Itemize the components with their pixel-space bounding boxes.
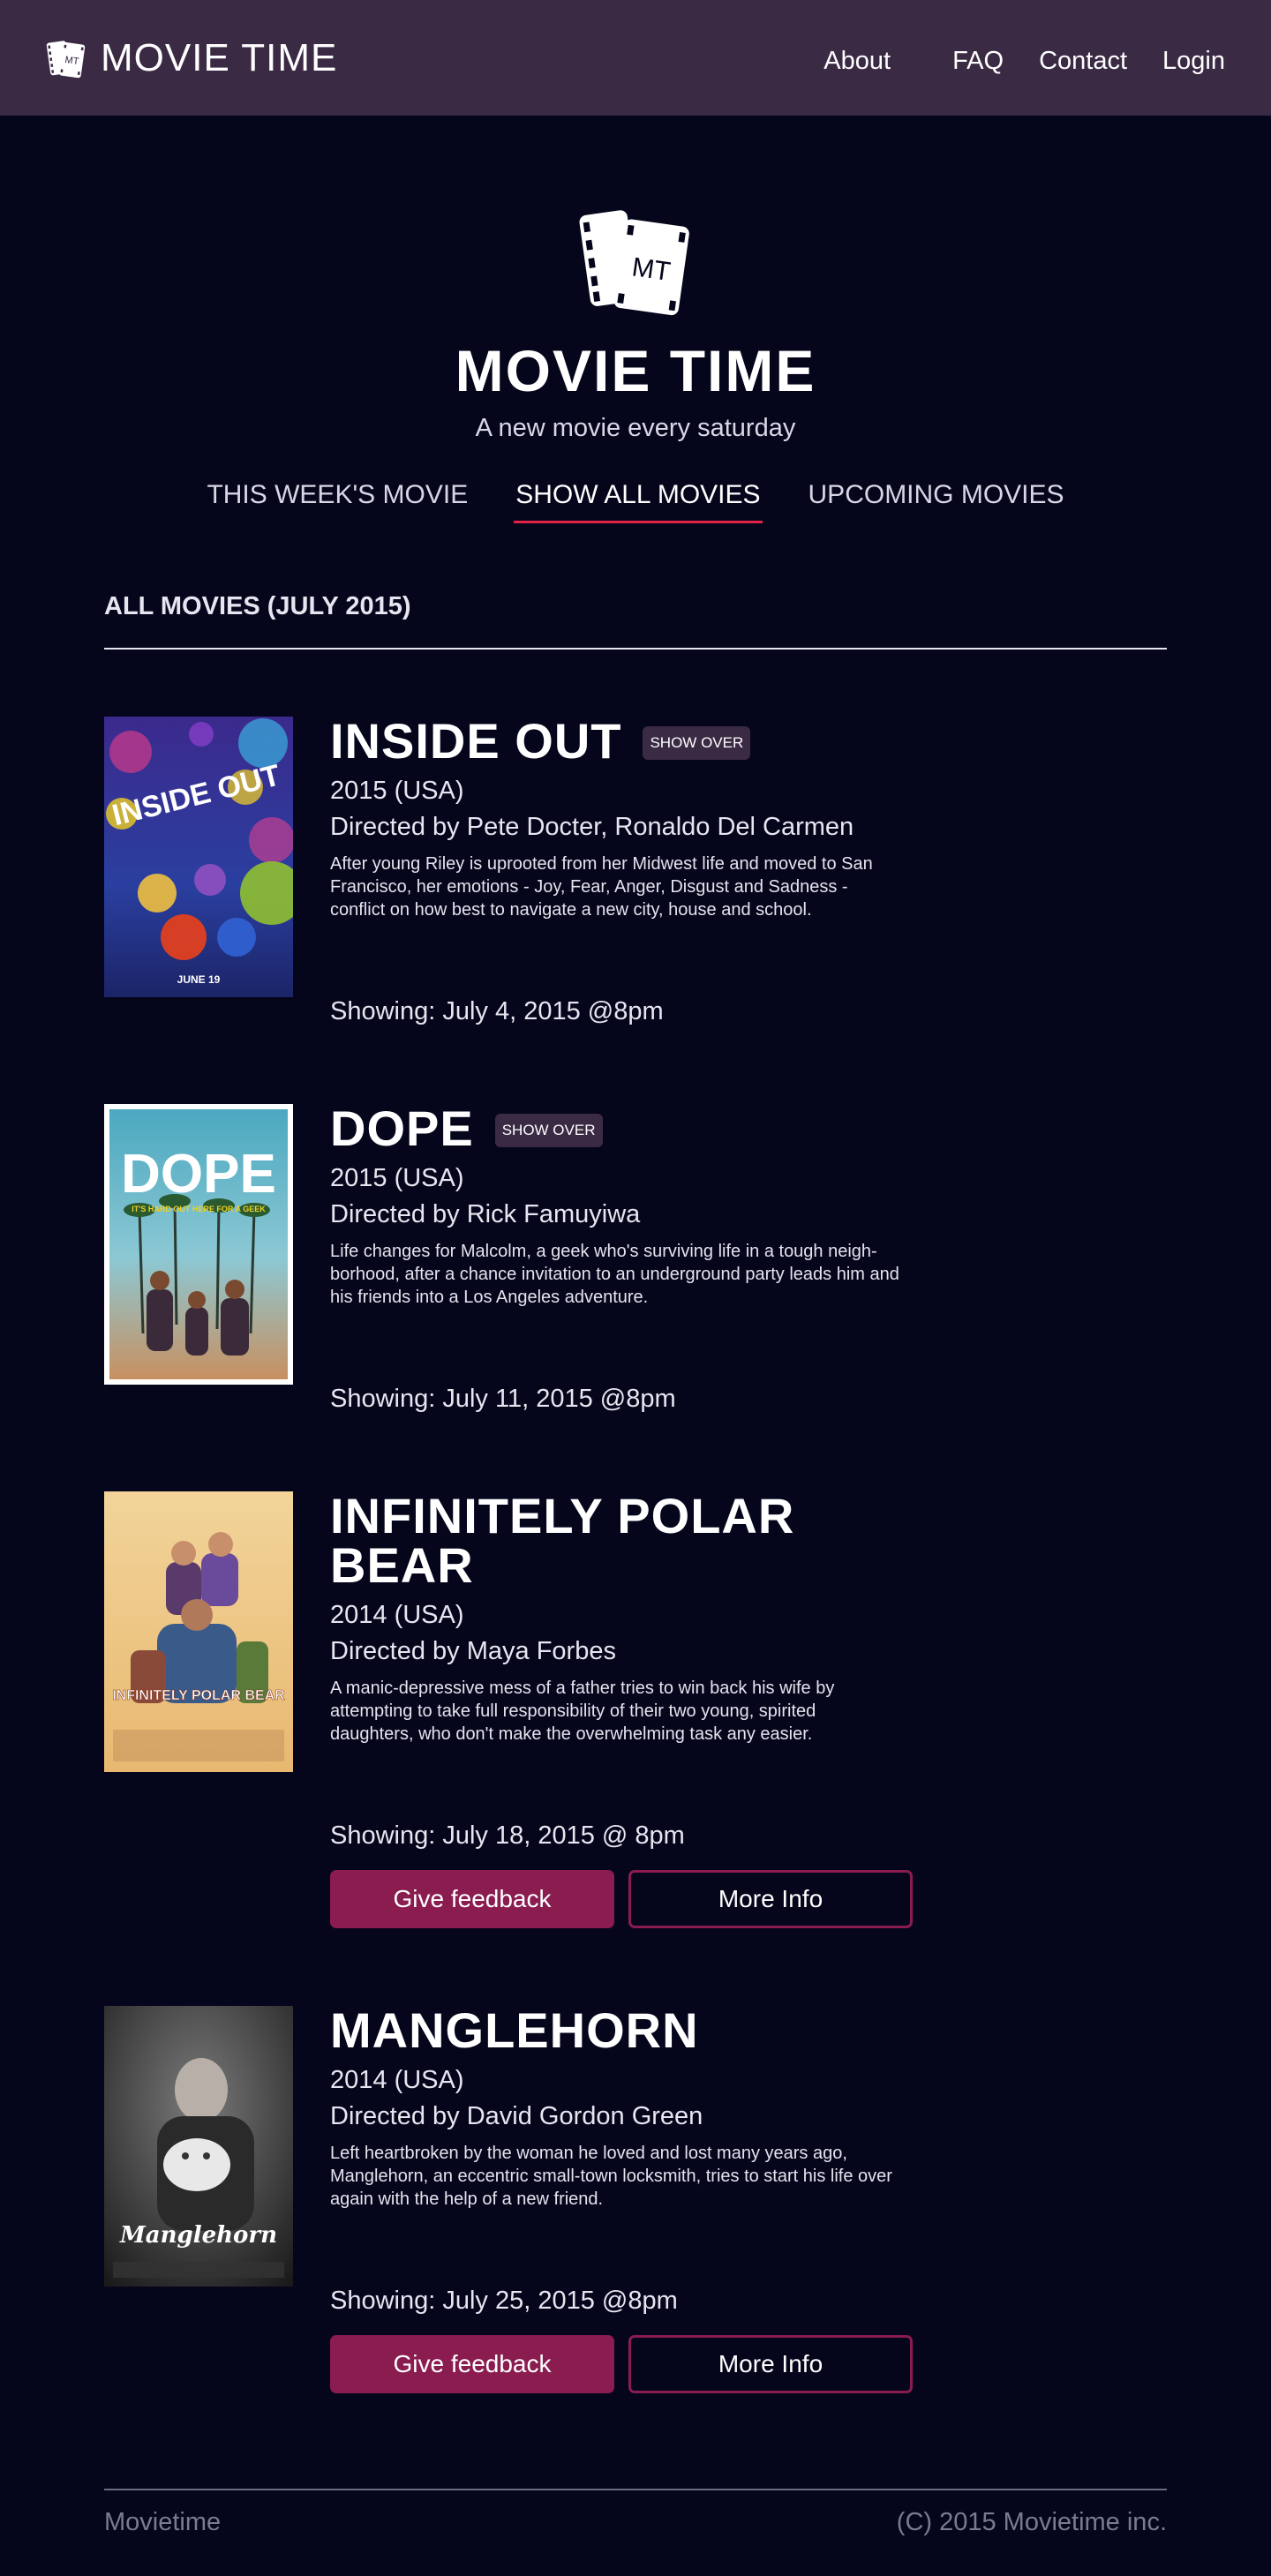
movie-tabs: THIS WEEK'S MOVIE SHOW ALL MOVIES UPCOMI… [0,480,1271,523]
nav-login-link[interactable]: Login [1162,47,1225,76]
movie-director: Directed by Pete Docter, Ronaldo Del Car… [330,813,854,841]
movie-director: Directed by Rick Famuyiwa [330,1200,641,1228]
brand[interactable]: MT MOVIE TIME [44,36,337,80]
movie-title: MANGLEHORN [330,2002,699,2058]
main-nav: About FAQ Contact Login [824,47,1225,76]
more-info-button[interactable]: More Info [628,1870,913,1928]
movie-title: DOPE [330,1100,474,1156]
movie-showing-date: Showing: July 11, 2015 @8pm [330,1385,676,1413]
movie-year: 2015 (USA) [330,777,464,805]
svg-text:MT: MT [64,55,80,67]
movie-year: 2014 (USA) [330,2066,464,2094]
movie-card: INSIDE OUT JUNE 19 INSIDE OUT SHOW OVER … [104,717,1167,1026]
brand-name: MOVIE TIME [101,35,338,79]
movie-synopsis: A manic-depressive mess of a father trie… [330,1679,835,1744]
hero: MT MOVIE TIME A new movie every saturday… [0,116,1271,523]
movie-poster-inside-out[interactable]: INSIDE OUT JUNE 19 [104,717,293,997]
tab-show-all-movies[interactable]: SHOW ALL MOVIES [514,480,763,523]
status-badge: SHOW OVER [643,726,751,760]
movie-synopsis: After young Riley is uprooted from her M… [330,854,873,920]
movie-actions: Give feedback More Info [330,1870,913,1928]
footer: Movietime (C) 2015 Movietime inc. [104,2489,1167,2576]
movies-section: ALL MOVIES (JULY 2015) INSIDE OUT JUNE 1… [104,592,1167,2393]
movie-info: DOPE SHOW OVER 2015 (USA) Directed by Ri… [330,1104,913,1414]
movie-year: 2014 (USA) [330,1601,464,1629]
nav-faq-link[interactable]: FAQ [952,47,1004,76]
top-bar: MT MOVIE TIME About FAQ Contact Login [0,0,1271,116]
nav-contact-link[interactable]: Contact [1039,47,1127,76]
footer-brand: Movietime [104,2508,222,2536]
svg-text:IT'S HARD OUT HERE FOR A GEEK: IT'S HARD OUT HERE FOR A GEEK [132,1205,266,1213]
movie-showing-date: Showing: July 18, 2015 @ 8pm [330,1821,685,1850]
hero-tagline: A new movie every saturday [475,414,796,442]
svg-text:INFINITELY POLAR BEAR: INFINITELY POLAR BEAR [112,1688,285,1703]
movie-poster-manglehorn[interactable]: Manglehorn [104,2006,293,2287]
footer-copyright: (C) 2015 Movietime inc. [896,2508,1167,2536]
svg-text:MT: MT [630,252,673,287]
movie-card: Manglehorn MANGLEHORN 2014 (USA) Directe… [104,2006,1167,2393]
nav-about-link[interactable]: About [824,47,891,76]
movie-director: Directed by David Gordon Green [330,2102,703,2130]
movie-showing-date: Showing: July 4, 2015 @8pm [330,997,664,1025]
movie-info: MANGLEHORN 2014 (USA) Directed by David … [330,2006,913,2393]
ticket-logo-icon: MT [579,210,689,316]
more-info-button[interactable]: More Info [628,2335,913,2393]
give-feedback-button[interactable]: Give feedback [330,2335,614,2393]
svg-text:Manglehorn: Manglehorn [119,2222,277,2249]
movie-card: INFINITELY POLAR BEAR INFINITELY POLAR B… [104,1491,1167,1928]
tab-this-weeks-movie[interactable]: THIS WEEK'S MOVIE [205,480,470,523]
svg-text:JUNE 19: JUNE 19 [177,973,221,986]
movie-synopsis: Life changes for Malcolm, a geek who's s… [330,1242,899,1307]
movie-poster-infinitely-polar-bear[interactable]: INFINITELY POLAR BEAR [104,1491,293,1772]
movie-poster-dope[interactable]: DOPE IT'S HARD OUT HERE FOR A GEEK [104,1104,293,1385]
movie-title: INFINITELY POLAR BEAR [330,1488,795,1593]
movie-director: Directed by Maya Forbes [330,1637,616,1665]
movie-card: DOPE IT'S HARD OUT HERE FOR A GEEK DOPE … [104,1104,1167,1414]
movie-showing-date: Showing: July 25, 2015 @8pm [330,2287,678,2315]
section-heading: ALL MOVIES (JULY 2015) [104,592,1167,650]
movie-actions: Give feedback More Info [330,2335,913,2393]
status-badge: SHOW OVER [494,1114,603,1147]
movie-info: INSIDE OUT SHOW OVER 2015 (USA) Directed… [330,717,913,1026]
movie-year: 2015 (USA) [330,1164,464,1192]
tab-upcoming-movies[interactable]: UPCOMING MOVIES [807,480,1066,523]
ticket-logo-icon: MT [46,40,86,78]
hero-title: MOVIE TIME [455,338,816,403]
movie-synopsis: Left heartbroken by the woman he loved a… [330,2144,892,2209]
give-feedback-button[interactable]: Give feedback [330,1870,614,1928]
movie-title: INSIDE OUT [330,713,622,769]
svg-text:DOPE: DOPE [121,1144,276,1205]
movie-info: INFINITELY POLAR BEAR 2014 (USA) Directe… [330,1491,913,1928]
